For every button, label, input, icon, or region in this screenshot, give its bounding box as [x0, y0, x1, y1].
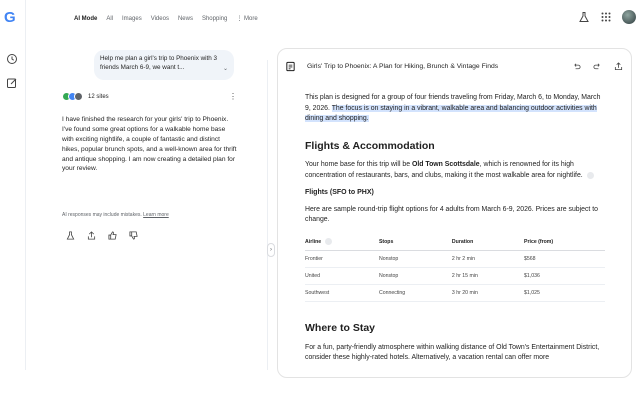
table-cell: Nonstop: [378, 250, 452, 269]
document-panel: Girls' Trip to Phoenix: A Plan for Hikin…: [277, 48, 632, 378]
table-cell: 2 hr 15 min: [451, 267, 525, 286]
more-options-icon[interactable]: ⋮: [229, 92, 237, 101]
intro-paragraph: This plan is designed for a group of fou…: [305, 93, 605, 125]
flights-intro: Here are sample round-trip flight option…: [305, 205, 598, 224]
sources-chip[interactable]: 12 sites: [62, 92, 109, 101]
google-logo[interactable]: G: [4, 9, 16, 26]
tab-more[interactable]: ⋮ More: [236, 15, 257, 22]
table-cell: United: [305, 267, 379, 286]
flask-feedback-icon[interactable]: [66, 231, 75, 240]
share-doc-icon[interactable]: [614, 62, 623, 71]
ai-response-text: I have finished the research for your gi…: [62, 116, 237, 173]
user-prompt-bubble[interactable]: Help me plan a girl's trip to Phoenix wi…: [94, 50, 234, 80]
citation-icon[interactable]: [324, 238, 332, 246]
collapse-panel-button[interactable]: ›: [267, 243, 275, 257]
table-cell: Nonstop: [378, 267, 452, 286]
document-actions: [572, 62, 623, 71]
table-cell: $1,036: [524, 267, 605, 286]
document-header: Girls' Trip to Phoenix: A Plan for Hikin…: [278, 49, 631, 85]
home-base-bold: Old Town Scottsdale: [412, 161, 480, 169]
share-icon[interactable]: [87, 231, 96, 240]
table-header: Duration: [451, 234, 525, 252]
disclaimer-text: AI responses may include mistakes.: [62, 212, 142, 218]
apps-grid-icon[interactable]: [600, 11, 612, 23]
left-rail: G: [0, 0, 26, 370]
stay-paragraph: For a fun, party-friendly atmosphere wit…: [305, 343, 600, 362]
table-cell: $1,025: [524, 284, 605, 303]
sources-label: 12 sites: [88, 93, 109, 100]
table-row: Frontier Nonstop 2 hr 2 min $568: [305, 250, 605, 269]
ai-disclaimer: AI responses may include mistakes. Learn…: [62, 212, 169, 218]
table-header: Airline: [305, 234, 379, 252]
table-cell: Connecting: [378, 284, 452, 303]
redo-icon[interactable]: [593, 62, 602, 71]
table-row: United Nonstop 2 hr 15 min $1,036: [305, 267, 605, 286]
tab-shopping[interactable]: Shopping: [202, 16, 227, 22]
flights-table: Airline Stops Duration Price (from) Fron…: [305, 234, 605, 303]
table-cell: 3 hr 20 min: [451, 284, 525, 303]
table-cell: 2 hr 2 min: [451, 250, 525, 269]
learn-more-link[interactable]: Learn more: [143, 212, 169, 218]
thumbs-up-icon[interactable]: [108, 231, 117, 240]
table-cell: Frontier: [305, 250, 379, 269]
avatar[interactable]: [622, 10, 636, 24]
user-prompt-text: Help me plan a girl's trip to Phoenix wi…: [100, 55, 218, 72]
chevron-down-icon[interactable]: ⌄: [223, 65, 228, 74]
account-area: [578, 10, 636, 24]
flask-icon[interactable]: [578, 11, 590, 23]
tab-ai-mode[interactable]: AI Mode: [74, 16, 97, 22]
tab-news[interactable]: News: [178, 16, 193, 22]
section-stay-heading: Where to Stay: [305, 322, 376, 335]
document-icon: [286, 61, 295, 72]
source-favicons: [62, 92, 83, 101]
thumbs-down-icon[interactable]: [129, 231, 138, 240]
document-body: This plan is designed for a group of fou…: [305, 93, 605, 364]
undo-icon[interactable]: [572, 62, 581, 71]
feedback-bar: [66, 231, 138, 240]
tab-all[interactable]: All: [106, 16, 113, 22]
home-base-paragraph: Your home base for this trip will be Old…: [305, 160, 605, 181]
table-row: Southwest Connecting 3 hr 20 min $1,025: [305, 284, 605, 303]
table-header: Stops: [378, 234, 452, 252]
table-cell: Southwest: [305, 284, 379, 303]
home-base-pre: Your home base for this trip will be: [305, 161, 412, 169]
intro-highlight: The focus is on staying in a vibrant, wa…: [305, 104, 597, 123]
document-title: Girls' Trip to Phoenix: A Plan for Hikin…: [307, 63, 499, 70]
table-header: Price (from): [524, 234, 605, 252]
table-cell: $568: [524, 250, 605, 269]
tab-videos[interactable]: Videos: [151, 16, 169, 22]
tab-images[interactable]: Images: [122, 16, 142, 22]
table-header-row: Airline Stops Duration Price (from): [305, 234, 605, 252]
flights-subheading: Flights (SFO to PHX): [305, 188, 374, 196]
new-chat-icon[interactable]: [6, 77, 18, 89]
panel-divider: [267, 60, 268, 370]
section-flights-heading: Flights & Accommodation: [305, 140, 435, 153]
history-icon[interactable]: [6, 53, 18, 65]
citation-icon[interactable]: [586, 171, 594, 179]
search-mode-tabs: AI Mode All Images Videos News Shopping …: [74, 15, 258, 23]
